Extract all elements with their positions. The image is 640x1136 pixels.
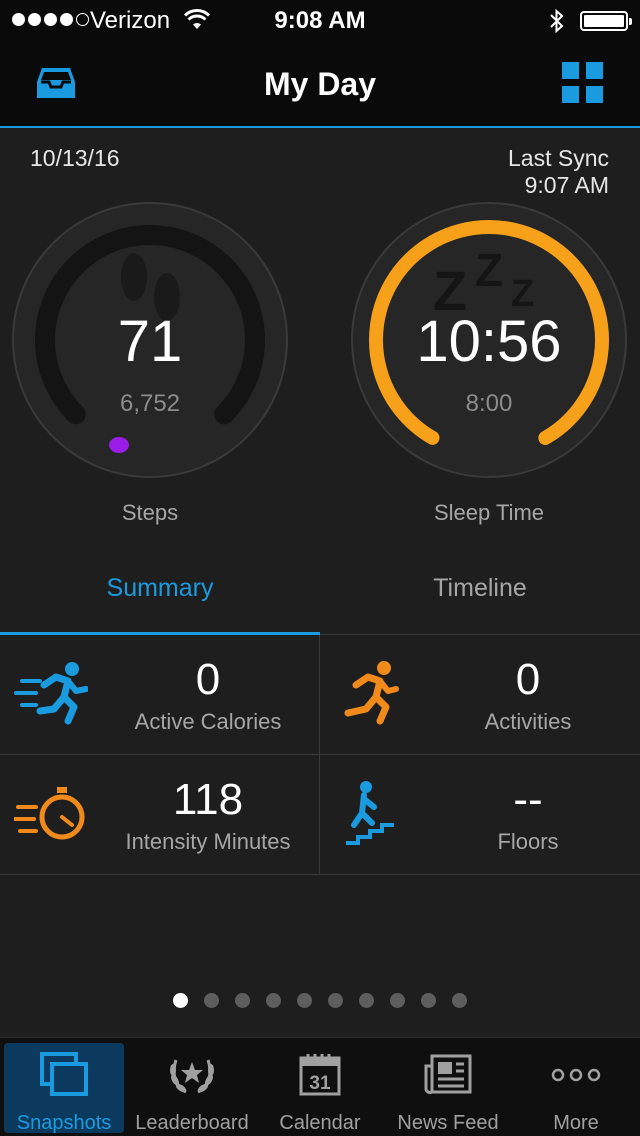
laurel-icon [128,1052,256,1098]
page-dot[interactable] [421,993,436,1008]
page-dot[interactable] [204,993,219,1008]
battery-icon [580,11,632,31]
active-calories-label: Active Calories [134,709,282,734]
steps-label: Steps [121,500,179,525]
snapshots-icon [0,1052,128,1098]
stat-active-calories[interactable]: 0 Active Calories [0,635,320,755]
bluetooth-icon [549,8,565,39]
stopwatch-icon [12,779,88,850]
page-title: My Day [263,66,377,102]
calendar-icon: 31 [256,1052,384,1098]
tab-calendar-label: Calendar [279,1112,361,1134]
intensity-minutes-value: 118 [172,775,244,824]
last-sync-label: Last Sync [508,145,609,171]
tab-timeline[interactable]: Timeline [320,545,640,635]
page-dot[interactable] [359,993,374,1008]
clock: 9:08 AM [274,7,366,34]
newspaper-icon [384,1052,512,1098]
segment-tabs: Summary Timeline [0,545,640,635]
sleep-gauge[interactable]: Z Z Z 10:56 8:00 [351,202,627,478]
running-fast-icon [14,659,89,730]
active-calories-value: 0 [195,655,221,704]
sleep-value: 10:56 [416,309,562,374]
intensity-minutes-label: Intensity Minutes [125,829,291,854]
stat-intensity-minutes[interactable]: 118 Intensity Minutes [0,755,320,875]
page-dot[interactable] [235,993,250,1008]
page-dot[interactable] [297,993,312,1008]
page-dot[interactable] [452,993,467,1008]
tab-more-label: More [553,1112,599,1134]
sleep-goal: 8:00 [465,390,513,417]
tab-news-feed-label: News Feed [397,1112,499,1134]
stat-floors[interactable]: -- Floors [320,755,640,875]
tab-leaderboard[interactable]: Leaderboard [128,1038,256,1136]
stat-activities[interactable]: 0 Activities [320,635,640,755]
more-dots-icon [512,1068,640,1082]
tab-calendar[interactable]: 31 Calendar [256,1038,384,1136]
tab-more[interactable]: More [512,1038,640,1136]
tab-leaderboard-label: Leaderboard [135,1112,249,1134]
page-dot[interactable] [328,993,343,1008]
grid-icon[interactable] [562,62,604,109]
page-dot[interactable] [390,993,405,1008]
page-indicator[interactable] [0,993,640,1008]
calendar-icon-day: 31 [309,1073,331,1094]
running-icon [340,659,400,730]
steps-goal: 6,752 [119,390,181,417]
sleep-label: Sleep Time [433,500,545,525]
status-bar: Verizon 9:08 AM [0,0,640,40]
floors-value: -- [513,775,543,824]
last-sync-time: 9:07 AM [524,172,609,198]
page-dot[interactable] [173,993,188,1008]
activities-value: 0 [515,655,541,704]
stairs-icon [344,779,400,850]
bottom-tab-bar: Snapshots Leaderboard 31 Calendar News F… [0,1037,640,1136]
nav-bar: My Day [0,40,640,128]
tab-news-feed[interactable]: News Feed [384,1038,512,1136]
svg-text:Z: Z [475,244,503,296]
floors-label: Floors [497,829,559,854]
steps-gauge[interactable]: 71 6,752 [12,202,288,478]
steps-progress-marker [109,437,129,453]
page-dot[interactable] [266,993,281,1008]
tab-snapshots[interactable]: Snapshots [0,1038,128,1136]
tab-snapshots-label: Snapshots [16,1112,112,1134]
tab-summary[interactable]: Summary [0,545,320,635]
steps-value: 71 [117,309,183,374]
activities-label: Activities [484,709,572,734]
date-label: 10/13/16 [30,145,120,171]
